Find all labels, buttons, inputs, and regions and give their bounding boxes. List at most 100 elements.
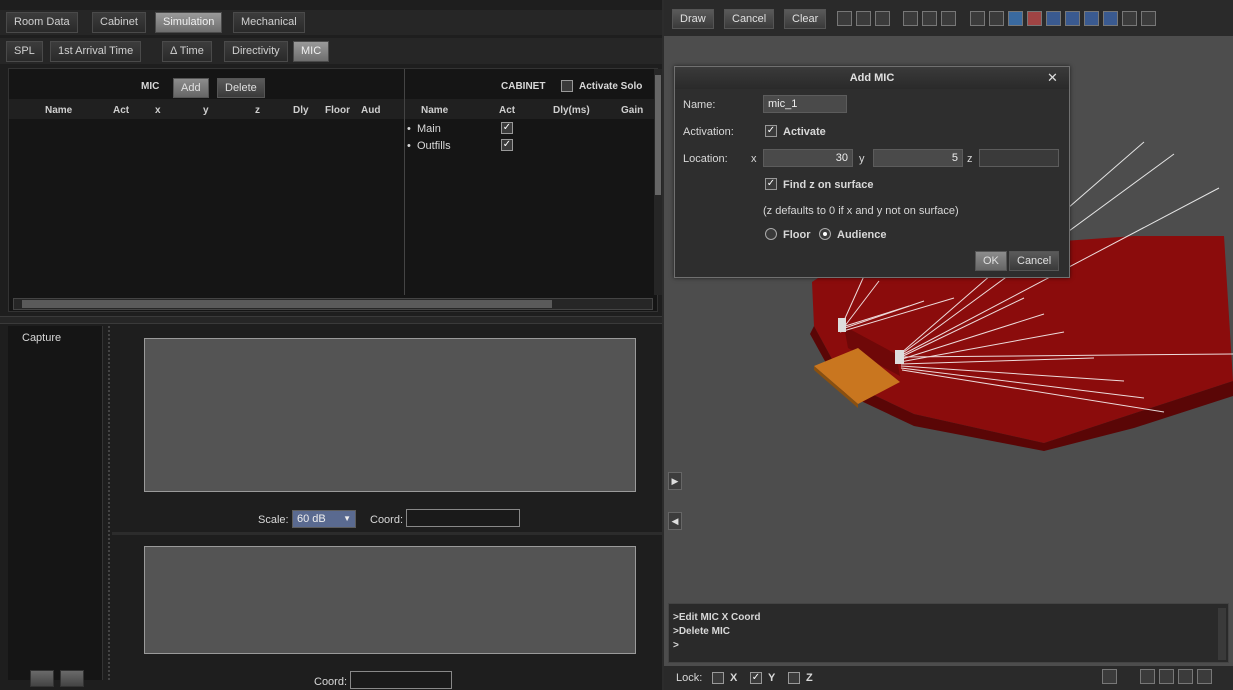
z-label: z — [967, 153, 973, 165]
undo-tool-icon[interactable] — [1178, 669, 1193, 684]
cab-col-name[interactable]: Name — [421, 105, 448, 116]
tab-spl[interactable]: SPL — [6, 41, 43, 62]
y-coord-field[interactable]: 5 — [873, 149, 963, 167]
col-z[interactable]: z — [255, 105, 260, 116]
add-mic-button[interactable]: Add — [173, 78, 209, 98]
mic-view-icon[interactable] — [1046, 11, 1061, 26]
location-label: Location: — [683, 153, 728, 165]
capture-column: Capture — [8, 326, 103, 680]
status-bar: Lock: X Y Z — [664, 666, 1233, 690]
audience-label: Audience — [837, 229, 887, 241]
col-name[interactable]: Name — [45, 105, 72, 116]
col-y[interactable]: y — [203, 105, 209, 116]
coord-label-bottom: Coord: — [314, 676, 348, 688]
dialog-title: Add MIC — [675, 67, 1069, 89]
find-z-checkbox[interactable] — [765, 178, 777, 190]
activate-solo-checkbox[interactable] — [561, 80, 573, 92]
redo-tool-icon[interactable] — [1197, 669, 1212, 684]
tab-first-arrival-time[interactable]: 1st Arrival Time — [50, 41, 142, 62]
cabinet-act-main-checkbox[interactable] — [501, 122, 513, 134]
delete-capture-icon[interactable] — [60, 670, 84, 687]
lock-z-checkbox[interactable] — [788, 672, 800, 684]
view-icon[interactable] — [856, 11, 871, 26]
command-console[interactable]: >Edit MIC X Coord >Delete MIC > — [668, 603, 1229, 663]
lock-y-label: Y — [768, 672, 776, 684]
audience-radio[interactable] — [819, 228, 831, 240]
horizontal-scroll-thumb[interactable] — [22, 300, 552, 308]
ray-icon[interactable] — [1084, 11, 1099, 26]
lock-y-checkbox[interactable] — [750, 672, 762, 684]
tab-delta-time[interactable]: Δ Time — [162, 41, 212, 62]
lock-x-checkbox[interactable] — [712, 672, 724, 684]
cab-col-act[interactable]: Act — [499, 105, 515, 116]
col-act[interactable]: Act — [113, 105, 129, 116]
panel-splitter[interactable] — [0, 316, 662, 324]
dropdown-icon[interactable] — [875, 11, 890, 26]
col-floor[interactable]: Floor — [325, 105, 350, 116]
lock-x-label: X — [730, 672, 738, 684]
view-front-icon[interactable] — [970, 11, 985, 26]
tab-room-data[interactable]: Room Data — [6, 12, 78, 33]
x-coord-field[interactable]: 30 — [763, 149, 853, 167]
delete-mic-button[interactable]: Delete — [217, 78, 265, 98]
vertical-scrollbar[interactable] — [654, 69, 662, 295]
view-top-icon[interactable] — [1008, 11, 1023, 26]
ok-button[interactable]: OK — [975, 251, 1007, 271]
cabinet-name-outfills: Outfills — [417, 140, 451, 152]
vertical-scroll-thumb[interactable] — [655, 75, 661, 195]
col-x[interactable]: x — [155, 105, 161, 116]
floor-label: Floor — [783, 229, 811, 241]
floor-radio[interactable] — [765, 228, 777, 240]
tab-mic[interactable]: MIC — [293, 41, 330, 62]
activation-label: Activation: — [683, 126, 734, 138]
col-aud[interactable]: Aud — [361, 105, 380, 116]
undo-icon[interactable] — [1103, 11, 1118, 26]
tab-simulation[interactable]: Simulation — [155, 12, 223, 33]
rotate-tool-icon[interactable] — [1159, 669, 1174, 684]
horizontal-scrollbar[interactable] — [13, 298, 653, 310]
mic-name-field[interactable]: mic_1 — [763, 95, 847, 113]
cancel-draw-button[interactable]: Cancel — [724, 9, 775, 29]
console-scrollbar[interactable] — [1218, 608, 1226, 660]
dialog-cancel-button[interactable]: Cancel — [1009, 251, 1060, 271]
cab-col-dly[interactable]: Dly(ms) — [553, 105, 590, 116]
view-side-icon[interactable] — [989, 11, 1004, 26]
capture-plot-top — [144, 338, 636, 492]
col-dly[interactable]: Dly — [293, 105, 309, 116]
speaker-cabinet-main[interactable] — [838, 318, 846, 332]
coord-field-bottom[interactable] — [350, 671, 452, 689]
pencil-icon[interactable] — [1102, 669, 1117, 684]
capture-splitter[interactable] — [108, 326, 112, 680]
coord-field[interactable] — [406, 509, 520, 527]
close-icon[interactable]: ✕ — [1047, 70, 1058, 86]
row-bullet: • — [407, 140, 411, 152]
scale-select[interactable]: 60 dB ▼ — [292, 510, 356, 528]
speaker-cabinet-outfill[interactable] — [895, 350, 904, 364]
tab-directivity[interactable]: Directivity — [224, 41, 288, 62]
cabinet-name-main: Main — [417, 123, 441, 135]
fit-icon[interactable] — [922, 11, 937, 26]
z-coord-field[interactable] — [979, 149, 1059, 167]
capture-label: Capture — [22, 332, 62, 344]
expand-right-icon[interactable]: ▶ — [668, 472, 682, 490]
cab-col-gain[interactable]: Gain — [621, 105, 643, 116]
reset-view-icon[interactable] — [941, 11, 956, 26]
y-label: y — [859, 153, 865, 165]
chevron-down-icon[interactable]: ▼ — [343, 511, 351, 527]
layer-icon[interactable] — [1065, 11, 1080, 26]
collapse-icon[interactable]: ◀ — [668, 512, 682, 530]
tab-mechanical[interactable]: Mechanical — [233, 12, 305, 33]
activate-checkbox[interactable] — [765, 125, 777, 137]
draw-button[interactable]: Draw — [672, 9, 714, 29]
clear-button[interactable]: Clear — [784, 9, 827, 29]
window-icon[interactable] — [1122, 11, 1137, 26]
cabinet-act-outfills-checkbox[interactable] — [501, 139, 513, 151]
save-capture-icon[interactable] — [30, 670, 54, 687]
move-icon[interactable] — [1140, 669, 1155, 684]
cabinet-view-icon[interactable] — [1027, 11, 1042, 26]
tab-cabinet[interactable]: Cabinet — [92, 12, 146, 33]
zoom-icon[interactable] — [837, 11, 852, 26]
viewport-toolbar: Draw Cancel Clear — [664, 0, 1233, 36]
rotate-icon[interactable] — [903, 11, 918, 26]
panel-icon[interactable] — [1141, 11, 1156, 26]
